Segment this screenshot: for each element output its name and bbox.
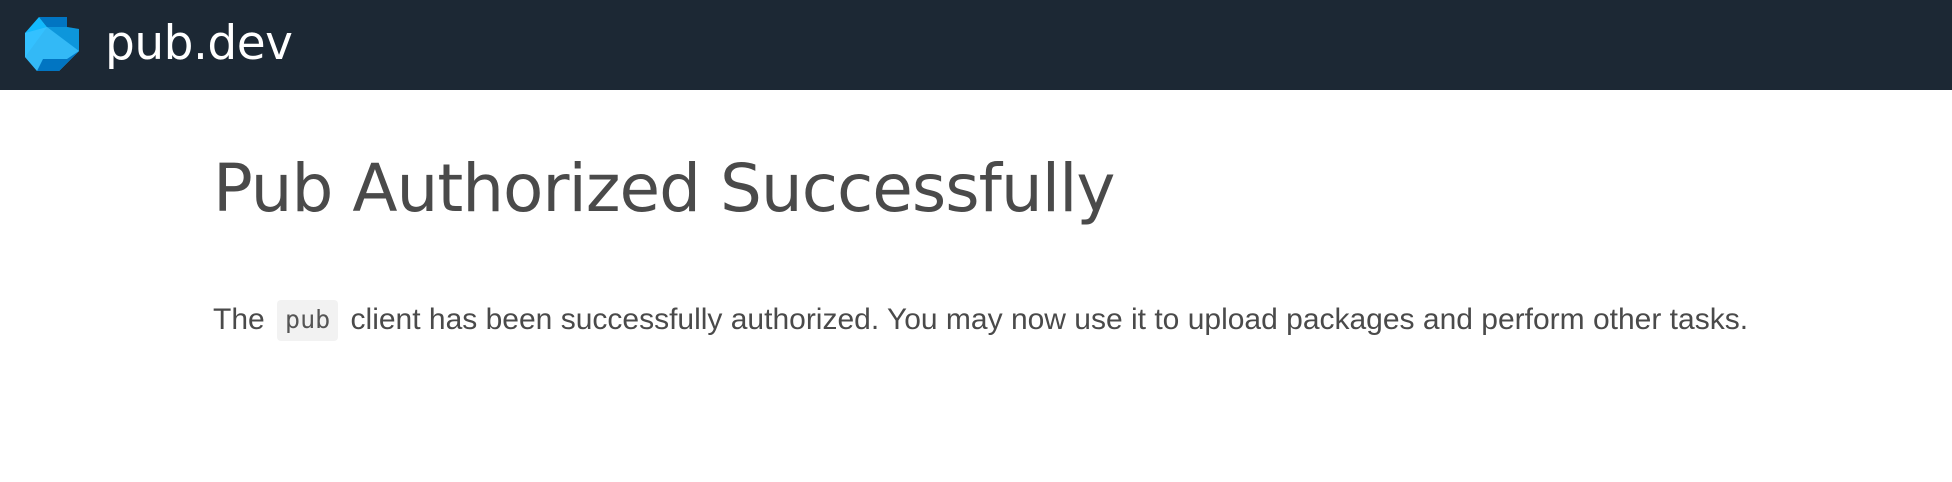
success-message: The pub client has been successfully aut… [213,300,1913,341]
top-navigation-bar: pub.dev [0,0,1952,90]
message-text-before: The [213,303,265,336]
dart-logo-icon [25,17,79,71]
home-logo-link[interactable]: pub.dev [21,15,293,75]
page-title: Pub Authorized Successfully [213,150,1115,227]
site-name: pub.dev [105,15,293,71]
main-content: Pub Authorized Successfully The pub clie… [213,90,1913,341]
pub-code-snippet: pub [277,300,339,341]
message-text-after: client has been successfully authorized.… [350,303,1749,336]
